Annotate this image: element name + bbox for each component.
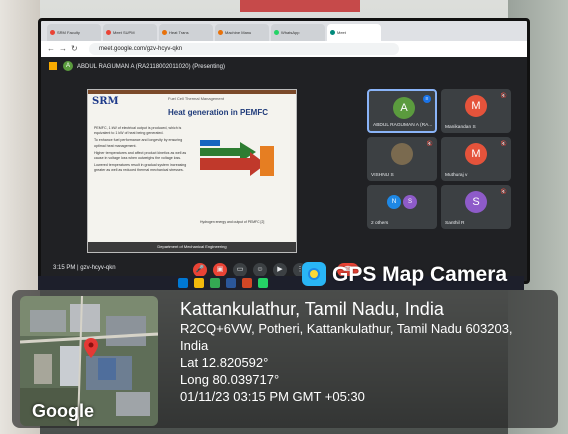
location-details: Kattankulathur, Tamil Nadu, India R2CQ+6…	[180, 298, 560, 405]
presenter-avatar: A	[63, 61, 73, 72]
longitude: Long 80.039717°	[180, 372, 280, 387]
whatsapp-icon[interactable]	[258, 278, 268, 288]
tab-favicon-icon	[162, 30, 167, 35]
presenter-label: ABDUL RAGUMAN A (RA2118002011020) (Prese…	[77, 64, 225, 70]
participant-name: VISHNU S	[371, 173, 394, 178]
browser-url-bar: ← → ↻ meet.google.com/gzv-hcyv-qkn	[41, 41, 527, 58]
others-avatar: N	[387, 195, 401, 209]
mic-off-icon: 🔇	[500, 141, 507, 147]
reload-icon[interactable]: ↻	[71, 44, 78, 53]
slide-footer: Department of Mechanical Engineering	[88, 242, 296, 252]
browser-tab[interactable]: SRM Faculty	[47, 24, 101, 41]
slide-bullet: To enhance fuel performance and longevit…	[94, 138, 183, 148]
participant-tile[interactable]: 🔇 VISHNU S	[367, 137, 437, 181]
camera-lens-icon	[308, 268, 320, 280]
slide-subtitle: Fuel Cell Thermal Management	[168, 96, 224, 101]
map-pin-icon	[84, 338, 98, 358]
browser-tab[interactable]: Heat Trans	[159, 24, 213, 41]
browser-tab[interactable]: Meet SUPM	[103, 24, 157, 41]
address-line: India	[180, 338, 209, 353]
forward-icon[interactable]: →	[59, 44, 67, 53]
camera-button[interactable]: ▣	[213, 263, 227, 277]
map-provider-label: Google	[32, 401, 94, 421]
heat-block	[260, 146, 274, 176]
participant-name: Santhil R	[445, 221, 465, 226]
explorer-icon[interactable]	[194, 278, 204, 288]
browser-tab-bar: SRM Faculty Meet SUPM Heat Trans Machine…	[41, 21, 527, 41]
participant-photo	[391, 143, 413, 165]
speaking-icon: ≡	[423, 95, 431, 103]
tab-favicon-icon	[106, 30, 111, 35]
location-title: Kattankulathur, Tamil Nadu, India	[180, 299, 444, 319]
slide-bullet: Higher temperatures and affect product k…	[94, 150, 187, 161]
background-red-banner	[240, 0, 360, 12]
slide-caption: Hydrogen energy and output of PEMFC [2]	[200, 220, 265, 224]
tab-favicon-icon	[274, 30, 279, 35]
browser-tab-active[interactable]: Meet	[327, 24, 381, 41]
participant-avatar: S	[465, 191, 487, 213]
timestamp: 01/11/23 03:15 PM GMT +05:30	[180, 389, 365, 404]
participant-tile[interactable]: S 🔇 Santhil R	[441, 185, 511, 229]
powerpoint-icon[interactable]	[242, 278, 252, 288]
meeting-time-code: 3:15 PM | gzv-hcyv-qkn	[53, 265, 116, 271]
back-icon[interactable]: ←	[47, 44, 55, 53]
present-button[interactable]: ▶	[273, 263, 287, 277]
participant-avatar: M	[465, 143, 487, 165]
input-block	[200, 140, 220, 146]
tab-favicon-icon	[50, 30, 55, 35]
energy-flow-diagram	[200, 140, 274, 176]
slide-bullet: PEMFC, 1 kW of electrical output is prod…	[94, 126, 182, 136]
brand-title: GPS Map Camera	[332, 263, 508, 286]
emoji-button[interactable]: ☺	[253, 263, 267, 277]
presenter-header: A ABDUL RAGUMAN A (RA2118002011020) (Pres…	[49, 61, 225, 73]
participant-avatar: A	[393, 97, 415, 119]
participant-name: Manikandan S	[445, 125, 476, 130]
address-line: R2CQ+6VW, Potheri, Kattankulathur, Tamil…	[180, 321, 513, 336]
meet-logo-icon	[49, 62, 57, 71]
participant-name: 2 others	[371, 221, 389, 226]
satellite-map-thumbnail: Google	[20, 296, 158, 426]
captions-button[interactable]: ▭	[233, 263, 247, 277]
slide-bullet: Lowered temperatures result in gradual s…	[94, 163, 187, 173]
mic-off-icon: 🔇	[500, 93, 507, 99]
windows-start-icon[interactable]	[178, 278, 188, 288]
tab-favicon-icon	[218, 30, 223, 35]
participant-tile[interactable]: A ≡ ABDUL RAGUMAN A (RA...	[367, 89, 437, 133]
participant-tile-others[interactable]: N S 2 others	[367, 185, 437, 229]
slide-logo: SRM	[92, 96, 119, 107]
presentation-slide: SRM Fuel Cell Thermal Management Heat ge…	[87, 89, 297, 253]
slide-bullets: PEMFC, 1 kW of electrical output is prod…	[94, 126, 194, 176]
tab-favicon-icon	[330, 30, 335, 35]
url-input[interactable]: meet.google.com/gzv-hcyv-qkn	[89, 43, 399, 55]
slide-title: Heat generation in PEMFC	[168, 108, 269, 117]
browser-tab[interactable]: WhatsApp	[271, 24, 325, 41]
mic-button[interactable]: 🎤	[193, 263, 207, 277]
mic-off-icon: 🔇	[426, 141, 433, 147]
word-icon[interactable]	[226, 278, 236, 288]
mic-off-icon: 🔇	[500, 189, 507, 195]
participant-avatar: M	[465, 95, 487, 117]
slide-top-bar	[88, 90, 296, 94]
gps-camera-brand: GPS Map Camera	[302, 260, 564, 290]
latitude: Lat 12.820592°	[180, 355, 269, 370]
others-avatar: S	[403, 195, 417, 209]
chrome-icon[interactable]	[210, 278, 220, 288]
browser-tab[interactable]: Machine Manu	[215, 24, 269, 41]
gps-camera-logo-icon	[302, 262, 326, 286]
participant-name: Muthuraj v	[445, 173, 468, 178]
meet-window: A ABDUL RAGUMAN A (RA2118002011020) (Pres…	[41, 57, 527, 281]
participant-name: ABDUL RAGUMAN A (RA...	[373, 123, 433, 128]
participant-tile[interactable]: M 🔇 Manikandan S	[441, 89, 511, 133]
participant-tile[interactable]: M 🔇 Muthuraj v	[441, 137, 511, 181]
laptop-screen: SRM Faculty Meet SUPM Heat Trans Machine…	[38, 18, 530, 284]
